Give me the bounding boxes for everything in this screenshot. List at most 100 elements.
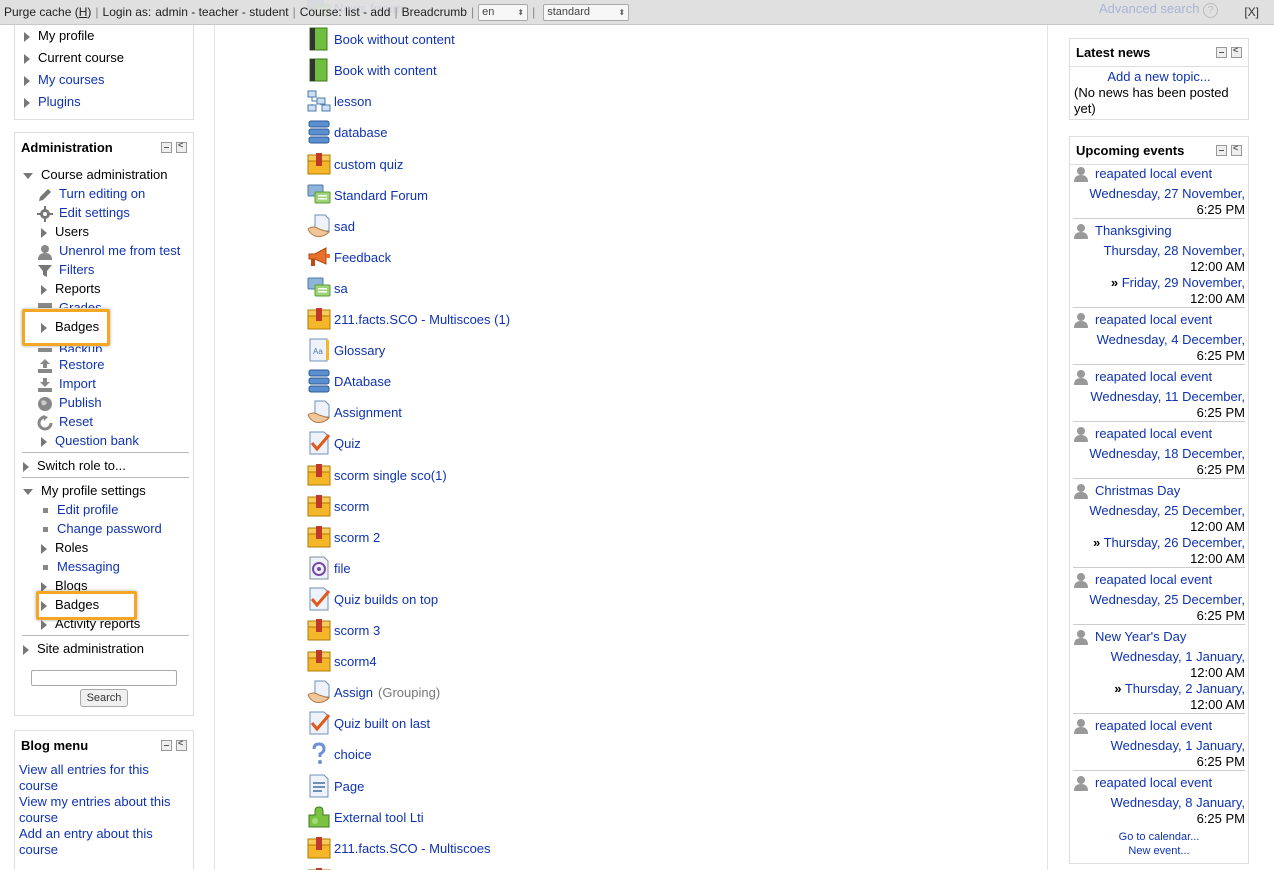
activity-item[interactable]: file <box>307 556 351 580</box>
profile-item-messaging[interactable]: Messaging <box>41 557 120 576</box>
event-name-link[interactable]: reapated local event <box>1095 312 1212 328</box>
activity-link[interactable]: scorm 3 <box>334 623 380 638</box>
activity-link[interactable]: file <box>334 561 351 576</box>
activity-item[interactable]: 211.facts.SCO - Multiscoes (1) <box>307 307 510 331</box>
nav-item-my-profile[interactable]: My profile <box>24 26 124 45</box>
dock-icon[interactable] <box>176 140 187 153</box>
breadcrumb-link[interactable]: Breadcrumb <box>402 5 467 19</box>
activity-link[interactable]: Page <box>334 779 364 794</box>
activity-link[interactable]: DAtabase <box>334 374 391 389</box>
activity-item[interactable]: DAtabase <box>307 369 391 393</box>
event-name-link[interactable]: reapated local event <box>1095 369 1212 385</box>
event-end-date-link[interactable]: Thursday, 2 January, <box>1125 681 1245 696</box>
new-event-link[interactable]: New event... <box>1073 844 1245 858</box>
profile-item-change-password[interactable]: Change password <box>41 519 162 538</box>
activity-link[interactable]: 211.facts.SCO - Multiscoes <box>334 841 491 856</box>
minimize-icon[interactable] <box>1216 145 1227 156</box>
go-to-calendar-link[interactable]: Go to calendar... <box>1073 830 1245 844</box>
activity-item[interactable]: Assign (Grouping) <box>307 680 440 704</box>
language-select[interactable]: en ⬍ <box>478 3 529 21</box>
profile-item-edit-profile[interactable]: Edit profile <box>41 500 118 519</box>
activity-item[interactable]: Quiz builds on top <box>307 587 438 611</box>
activity-link[interactable]: scorm single sco(1) <box>334 468 447 483</box>
activity-link[interactable]: Standard Forum <box>334 188 428 203</box>
activity-item[interactable]: Book without content <box>307 27 455 51</box>
nav-item-my-courses[interactable]: My courses <box>24 70 124 89</box>
activity-link[interactable]: custom quiz <box>334 157 403 172</box>
purge-cache-link[interactable]: Purge cache (H) <box>4 5 91 19</box>
event-name-link[interactable]: Thanksgiving <box>1095 223 1172 239</box>
activity-item[interactable]: choice <box>307 742 372 766</box>
login-as-roles[interactable]: admin - teacher - student <box>155 5 288 19</box>
admin-item-import[interactable]: Import <box>37 374 96 393</box>
switch-role[interactable]: Switch role to... <box>23 456 126 475</box>
activity-item[interactable]: Feedback <box>307 245 391 269</box>
activity-link[interactable]: scorm <box>334 499 369 514</box>
event-date-link[interactable]: Thursday, 28 November, <box>1104 243 1245 258</box>
minimize-icon[interactable] <box>161 141 172 153</box>
activity-item[interactable]: scorm single sco(1) <box>307 463 447 487</box>
event-name-link[interactable]: reapated local event <box>1095 166 1212 182</box>
event-date-link[interactable]: Wednesday, 25 December, <box>1089 592 1245 607</box>
activity-item[interactable]: 211.facts.SCO - Multiscoes <box>307 836 491 860</box>
help-icon[interactable]: ? <box>1203 3 1219 18</box>
activity-item[interactable]: Quiz built on last <box>307 711 430 735</box>
event-name-link[interactable]: reapated local event <box>1095 426 1212 442</box>
event-end-date-link[interactable]: Thursday, 26 December, <box>1104 535 1245 550</box>
activity-item[interactable]: lesson <box>307 89 372 113</box>
add-news-topic-link[interactable]: Add a new topic... <box>1107 69 1210 84</box>
activity-item[interactable]: External tool Lti <box>307 805 424 829</box>
activity-item[interactable]: Page <box>307 774 364 798</box>
activity-item[interactable]: Quiz <box>307 431 361 455</box>
activity-link[interactable]: Quiz builds on top <box>334 592 438 607</box>
activity-link[interactable]: sad <box>334 219 355 234</box>
close-toolbar-button[interactable]: [X] <box>1244 5 1259 19</box>
admin-item-reset[interactable]: Reset <box>37 412 93 431</box>
dock-icon[interactable] <box>1231 45 1242 58</box>
activity-link[interactable]: sa <box>334 281 348 296</box>
activity-link[interactable]: External tool Lti <box>334 810 424 825</box>
event-date-link[interactable]: Wednesday, 8 January, <box>1111 795 1245 810</box>
minimize-icon[interactable] <box>161 739 172 751</box>
event-date-link[interactable]: Wednesday, 27 November, <box>1089 186 1245 201</box>
event-name-link[interactable]: Christmas Day <box>1095 483 1180 499</box>
admin-item-restore[interactable]: Restore <box>37 355 105 374</box>
activity-item[interactable]: Book with content <box>307 58 437 82</box>
activity-link[interactable]: Feedback <box>334 250 391 265</box>
activity-item[interactable]: scorm 3 <box>307 618 380 642</box>
event-end-date-link[interactable]: Friday, 29 November, <box>1122 275 1245 290</box>
admin-item-turn-editing-on[interactable]: Turn editing on <box>37 184 145 203</box>
activity-item[interactable]: sad <box>307 214 355 238</box>
activity-link[interactable]: database <box>334 125 388 140</box>
admin-item-grades[interactable]: Grades <box>37 298 102 308</box>
activity-item[interactable]: scorm <box>307 494 369 518</box>
admin-item-filters[interactable]: Filters <box>37 260 94 279</box>
event-date-link[interactable]: Wednesday, 18 December, <box>1089 446 1245 461</box>
event-name-link[interactable]: reapated local event <box>1095 775 1212 791</box>
nav-item-current-course[interactable]: Current course <box>24 48 124 67</box>
activity-link[interactable]: choice <box>334 747 372 762</box>
activity-link[interactable]: Assignment <box>334 405 402 420</box>
event-date-link[interactable]: Wednesday, 1 January, <box>1111 738 1245 753</box>
activity-item[interactable]: Aa Glossary <box>307 338 385 362</box>
event-date-link[interactable]: Wednesday, 4 December, <box>1097 332 1245 347</box>
admin-search-button[interactable]: Search <box>80 689 128 707</box>
activity-item[interactable]: scorm4 <box>307 649 377 673</box>
activity-link[interactable]: Quiz <box>334 436 361 451</box>
activity-item[interactable]: Standard Forum <box>307 183 428 207</box>
admin-search-input[interactable] <box>31 670 177 686</box>
event-name-link[interactable]: reapated local event <box>1095 718 1212 734</box>
admin-item-reports[interactable]: Reports <box>41 279 101 298</box>
theme-select[interactable]: standard ⬍ <box>543 3 630 21</box>
admin-item-publish[interactable]: Publish <box>37 393 102 412</box>
activity-link[interactable]: Assign <box>334 685 373 700</box>
activity-link[interactable]: lesson <box>334 94 372 109</box>
activity-link[interactable]: Glossary <box>334 343 385 358</box>
event-date-link[interactable]: Wednesday, 25 December, <box>1089 503 1245 518</box>
minimize-icon[interactable] <box>1216 47 1227 58</box>
profile-item-roles[interactable]: Roles <box>41 538 88 557</box>
nav-item-plugins[interactable]: Plugins <box>24 92 124 111</box>
course-administration[interactable]: Course administration <box>23 165 167 184</box>
course-links[interactable]: Course: list - add <box>300 5 391 19</box>
activity-link[interactable]: Book with content <box>334 63 437 78</box>
